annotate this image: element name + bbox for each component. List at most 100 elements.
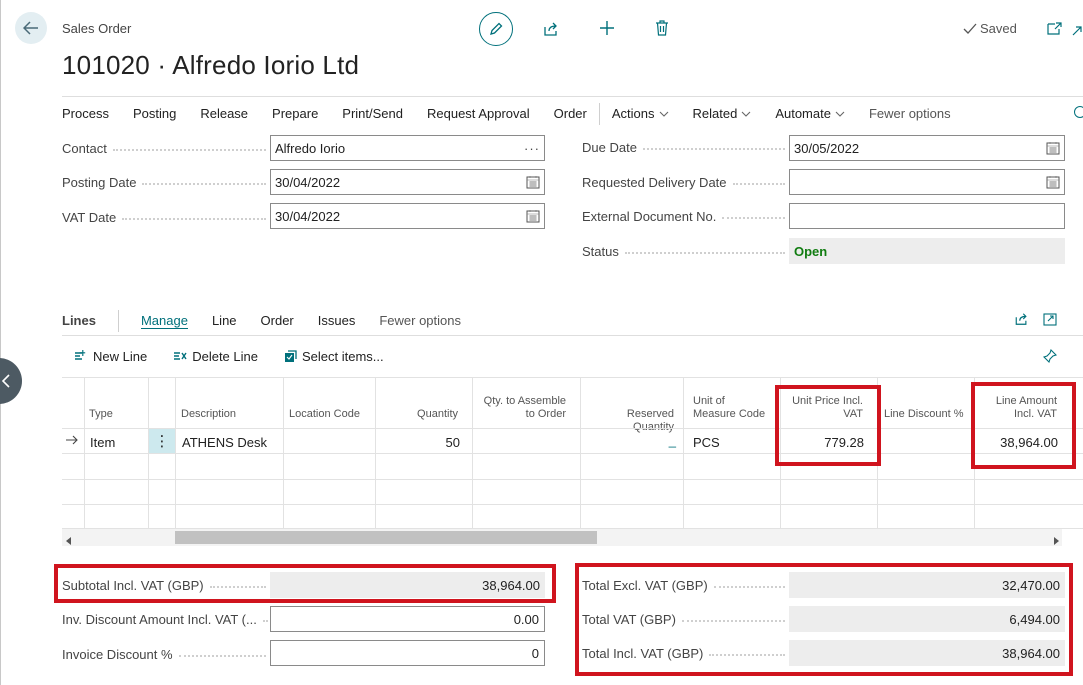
scroll-left-icon[interactable] [66, 533, 72, 548]
info-icon[interactable] [1074, 106, 1083, 118]
menu-print-send[interactable]: Print/Send [342, 106, 403, 121]
lines-tab-line[interactable]: Line [212, 313, 237, 328]
left-border [0, 0, 1, 685]
leader-dots [262, 616, 266, 622]
scroll-right-icon[interactable] [1054, 533, 1060, 548]
posting-date-field[interactable]: 30/04/2022 [270, 169, 545, 195]
contact-label: Contact [62, 141, 266, 156]
collapse-panel-button[interactable] [0, 358, 22, 404]
column-header-quantity[interactable]: Quantity [378, 408, 458, 421]
share-button[interactable] [540, 18, 562, 40]
select-items-button[interactable]: Select items... [284, 349, 384, 364]
contact-field[interactable]: Alfredo Iorio ··· [270, 135, 545, 161]
column-header-unit-of-measure[interactable]: Unit of Measure Code [693, 395, 765, 421]
lines-expand-button[interactable] [1041, 310, 1059, 328]
calendar-icon[interactable] [1046, 141, 1060, 155]
due-date-field[interactable]: 30/05/2022 [789, 135, 1065, 161]
row-type[interactable]: Item [90, 435, 115, 450]
scrollbar-thumb[interactable] [175, 531, 597, 544]
calendar-icon[interactable] [526, 209, 540, 223]
leader-dots [722, 213, 785, 219]
external-document-no-field[interactable] [789, 203, 1065, 229]
column-header-reserved-quantity[interactable]: Reserved Quantity [583, 408, 674, 434]
pin-filter-button[interactable] [1041, 347, 1059, 365]
saved-label: Saved [980, 21, 1017, 36]
calendar-icon[interactable] [1046, 175, 1060, 189]
edit-button[interactable] [479, 12, 513, 46]
status-label-text: Status [582, 244, 619, 259]
due-date-label: Due Date [582, 140, 785, 155]
lines-title: Lines [62, 313, 96, 328]
vat-date-label: VAT Date [62, 210, 266, 225]
menu-request-approval[interactable]: Request Approval [427, 106, 530, 121]
column-header-qty-to-assemble-line2: to Order [525, 408, 566, 420]
calendar-icon[interactable] [526, 175, 540, 189]
lines-tab-order[interactable]: Order [261, 313, 294, 328]
status-badge: Open [794, 243, 828, 259]
lookup-more-icon[interactable]: ··· [524, 141, 540, 156]
menu-actions[interactable]: Actions [612, 106, 669, 121]
lines-tab-manage[interactable]: Manage [140, 313, 188, 329]
open-new-window-button[interactable] [1044, 19, 1064, 37]
contact-value: Alfredo Iorio [275, 140, 346, 156]
chevron-left-icon [1, 374, 10, 388]
menu-order[interactable]: Order [554, 106, 587, 121]
highlight-line-amount [971, 382, 1076, 469]
status-label: Status [582, 244, 785, 259]
due-date-label-text: Due Date [582, 140, 637, 155]
delete-button[interactable] [651, 17, 673, 39]
column-header-description[interactable]: Description [181, 408, 236, 421]
column-header-location-code[interactable]: Location Code [289, 408, 360, 421]
row-reserved-quantity[interactable]: _ [584, 433, 676, 448]
grid-row-line [62, 428, 1083, 429]
column-header-line-discount[interactable]: Line Discount % [884, 408, 964, 421]
lines-separator [117, 309, 119, 332]
column-header-type[interactable]: Type [89, 408, 113, 421]
lines-actions-bar: New Line Delete Line Select items... [62, 342, 1083, 370]
delete-line-label: Delete Line [192, 348, 258, 364]
document-type: Sales Order [62, 21, 132, 36]
lines-share-button[interactable] [1012, 310, 1030, 328]
delete-line-button[interactable]: Delete Line [173, 349, 258, 364]
menu-release[interactable]: Release [200, 106, 248, 121]
saved-indicator: Saved [963, 21, 1017, 36]
menu-fewer-options[interactable]: Fewer options [869, 106, 951, 121]
leader-dots [624, 248, 785, 254]
leader-dots [642, 144, 785, 150]
highlight-totals [575, 563, 1073, 676]
highlight-unit-price [775, 385, 881, 466]
menu-separator [598, 102, 600, 125]
posting-date-label-text: Posting Date [62, 175, 137, 190]
menu-related-label: Related [692, 106, 738, 121]
menu-related[interactable]: Related [693, 106, 752, 121]
inv-discount-amount-field[interactable]: 0.00 [270, 606, 545, 632]
menu-posting[interactable]: Posting [133, 106, 176, 121]
leader-dots [178, 651, 266, 657]
expand-button[interactable] [1070, 23, 1083, 39]
lines-tab-issues[interactable]: Issues [318, 313, 356, 328]
column-header-qty-to-assemble[interactable]: Qty. to Assemble to Order [476, 395, 566, 421]
menu-process[interactable]: Process [62, 106, 109, 121]
expand-window-icon [1043, 312, 1057, 326]
new-line-label: New Line [93, 348, 148, 364]
menu-automate[interactable]: Automate [775, 106, 845, 121]
invoice-discount-pct-field[interactable]: 0 [270, 640, 545, 666]
row-unit-of-measure[interactable]: PCS [693, 435, 720, 450]
requested-delivery-date-label: Requested Delivery Date [582, 175, 785, 190]
requested-delivery-date-field[interactable] [789, 169, 1065, 195]
due-date-value: 30/05/2022 [794, 140, 860, 156]
current-row-arrow-icon [65, 433, 79, 448]
select-items-label: Select items... [301, 348, 384, 364]
delete-line-icon [174, 352, 187, 360]
lines-tab-fewer-options[interactable]: Fewer options [379, 313, 461, 328]
back-button[interactable] [15, 12, 47, 44]
row-actions-button[interactable]: ⋮ [149, 429, 175, 453]
new-line-button[interactable]: New Line [74, 349, 147, 364]
new-line-icon [75, 350, 86, 360]
menu-prepare[interactable]: Prepare [272, 106, 318, 121]
row-quantity[interactable]: 50 [378, 435, 460, 450]
new-button[interactable] [596, 17, 618, 39]
row-description[interactable]: ATHENS Desk [182, 435, 267, 450]
status-field: Open [789, 238, 1065, 264]
vat-date-field[interactable]: 30/04/2022 [270, 203, 545, 229]
